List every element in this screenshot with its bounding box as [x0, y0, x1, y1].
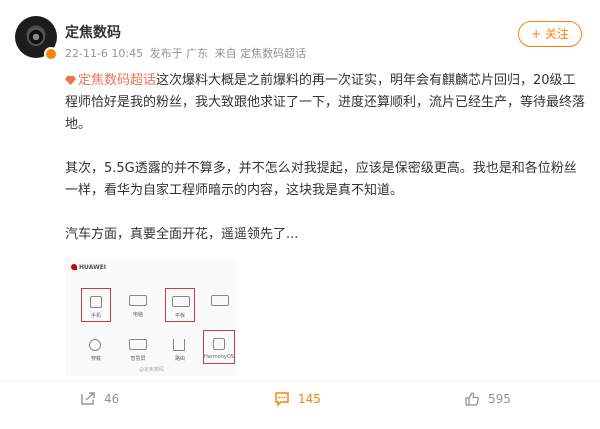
comment-button[interactable]: 145: [274, 389, 321, 409]
verified-badge-icon: [44, 47, 58, 61]
harmonyos-icon: [213, 338, 225, 350]
image-tile-caption: 电脑: [132, 312, 143, 318]
image-tile-monitor: [205, 288, 235, 322]
post-meta: 22-11-6 10:45 发布于 广东 来自 定焦数码超话: [65, 45, 309, 61]
image-tile-tablet: 平板: [165, 288, 195, 322]
post-source[interactable]: 来自 定焦数码超话: [215, 47, 307, 60]
image-tile-router: 路由: [165, 332, 195, 366]
share-button[interactable]: 46: [80, 389, 119, 409]
comment-icon: [275, 392, 289, 407]
phone-icon: [90, 296, 102, 308]
image-tile-screen: 智慧屏: [123, 332, 153, 366]
post-content: 定焦数码超话这次爆料大概是之前爆料的再一次证实，明年会有麒麟芯片回归，20级工程…: [65, 70, 587, 268]
post-location: 发布于 广东: [149, 47, 209, 60]
image-tile-laptop: 电脑: [123, 288, 153, 322]
paragraph-1: 定焦数码超话这次爆料大概是之前爆料的再一次证实，明年会有麒麟芯片回归，20级工程…: [65, 70, 587, 136]
diamond-icon: [65, 76, 76, 85]
post-header: 定焦数码 22-11-6 10:45 发布于 广东 来自 定焦数码超话 + 关注: [0, 0, 600, 68]
author-name[interactable]: 定焦数码: [65, 22, 121, 42]
image-tile-caption: 穿戴: [90, 356, 101, 362]
watch-icon: [89, 339, 101, 351]
image-tile-caption: 智慧屏: [130, 356, 146, 362]
image-tile-phone: 手机: [81, 288, 111, 322]
image-watermark: @定焦数码: [139, 367, 165, 373]
action-bar: 46 145 595: [0, 380, 600, 416]
huawei-flower-icon: [71, 264, 77, 270]
thumbs-up-icon: [465, 392, 479, 406]
image-tile-caption: 路由: [174, 356, 185, 362]
huawei-logo-text: HUAWEI: [79, 264, 107, 271]
topic-tag[interactable]: 定焦数码超话: [65, 73, 156, 88]
share-icon: [81, 392, 95, 405]
image-tile-caption: 平板: [174, 313, 185, 319]
like-count: 595: [488, 392, 511, 406]
paragraph-3: 汽车方面，真要全面开花，遥遥领先了...: [65, 227, 299, 242]
comment-count: 145: [298, 392, 321, 406]
image-tile-harmonyos: HarmonyOS: [203, 330, 235, 364]
router-icon: [173, 339, 185, 351]
monitor-icon: [211, 295, 229, 306]
camera-lens-icon: [27, 28, 45, 46]
image-tile-caption: 手机: [90, 313, 101, 319]
image-tile-watch: 穿戴: [81, 332, 111, 366]
attached-image[interactable]: HUAWEI 手机 电脑 平板 穿戴 智慧屏 路由 HarmonyOS @定焦数…: [65, 258, 237, 376]
post-time[interactable]: 22-11-6 10:45: [65, 47, 143, 60]
huawei-logo: HUAWEI: [71, 264, 106, 271]
follow-button[interactable]: + 关注: [518, 21, 582, 47]
screen-icon: [129, 339, 147, 350]
share-count: 46: [104, 392, 120, 406]
like-button[interactable]: 595: [464, 389, 511, 409]
topic-tag-label: 定焦数码超话: [78, 73, 157, 88]
paragraph-2: 其次，5.5G透露的并不算多，并不怎么对我提起，应该是保密级更高。我也是和各位粉…: [65, 161, 577, 198]
image-tile-caption: HarmonyOS: [204, 354, 234, 360]
laptop-icon: [129, 295, 147, 306]
tablet-icon: [172, 296, 190, 307]
